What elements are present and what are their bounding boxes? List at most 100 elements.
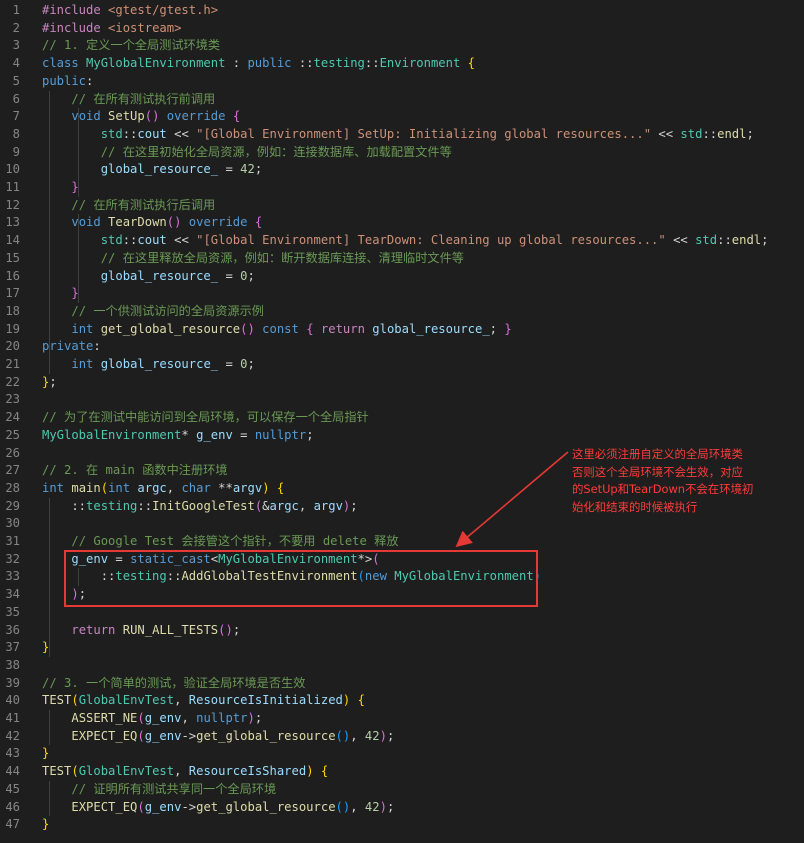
- line-number: 42: [5, 728, 20, 743]
- code-token: get_global_resource: [196, 799, 336, 814]
- code-line[interactable]: 2 #include <iostream>: [0, 20, 804, 38]
- code-token: ::: [717, 233, 732, 248]
- line-number: 44: [5, 764, 20, 779]
- code-line[interactable]: 21 int global_resource_ = 0;: [0, 356, 804, 374]
- code-line[interactable]: 9 // 在这里初始化全局资源，例如：连接数据库、加载配置文件等: [0, 144, 804, 162]
- line-number: 21: [5, 357, 20, 371]
- code-token: get_global_resource: [196, 728, 336, 743]
- code-token: const: [262, 321, 307, 336]
- code-line[interactable]: 46 EXPECT_EQ(g_env->get_global_resource(…: [0, 799, 804, 817]
- code-line[interactable]: 43}: [0, 745, 804, 763]
- code-line[interactable]: 42 EXPECT_EQ(g_env->get_global_resource(…: [0, 728, 804, 746]
- code-line[interactable]: 20 private:: [0, 338, 804, 356]
- code-token: testing: [86, 498, 138, 513]
- code-line[interactable]: 37}: [0, 639, 804, 657]
- code-line[interactable]: 31 // Google Test 会接管这个指针，不要用 delete 释放: [0, 533, 804, 551]
- code-token: ;: [232, 622, 241, 637]
- line-number: 2: [12, 20, 20, 35]
- line-number: 11: [5, 180, 20, 194]
- code-token: ,: [298, 498, 314, 513]
- code-editor[interactable]: 1 #include <gtest/gtest.h> 2 #include <iost…: [0, 0, 804, 843]
- code-text: }: [42, 816, 49, 834]
- indent-guide: [78, 214, 79, 303]
- line-number: 17: [5, 286, 20, 301]
- code-line[interactable]: 45 // 证明所有测试共享同一个全局环境: [0, 781, 804, 799]
- code-token: class: [42, 56, 87, 71]
- code-text: // 1. 定义一个全局测试环境类: [42, 37, 220, 55]
- code-line[interactable]: 41 ASSERT_NE(g_env, nullptr);: [0, 710, 804, 728]
- code-line[interactable]: 36 return RUN_ALL_TESTS();: [0, 622, 804, 640]
- line-number: 15: [5, 250, 20, 265]
- code-token: int: [71, 357, 101, 371]
- line-number: 5: [12, 73, 20, 88]
- code-line[interactable]: 25 MyGlobalEnvironment* g_env = nullptr;: [0, 427, 804, 445]
- code-line[interactable]: 1 #include <gtest/gtest.h>: [0, 2, 804, 20]
- code-line[interactable]: 6 // 在所有测试执行前调用: [0, 91, 804, 109]
- code-line[interactable]: 22};: [0, 374, 804, 392]
- code-line[interactable]: 11 }: [0, 179, 804, 197]
- code-text: public:: [42, 73, 93, 91]
- code-line[interactable]: 4 class MyGlobalEnvironment : public ::te…: [0, 55, 804, 73]
- code-token: int: [42, 480, 72, 495]
- code-token: SetUp: [108, 109, 145, 124]
- code-token: // 在所有测试执行前调用: [71, 91, 216, 106]
- code-text: class MyGlobalEnvironment : public ::tes…: [42, 55, 475, 73]
- code-line[interactable]: 5 public:: [0, 73, 804, 91]
- code-line[interactable]: 40 TEST(GlobalEnvTest, ResourceIsInitiali…: [0, 692, 804, 710]
- code-line[interactable]: 17 }: [0, 285, 804, 303]
- code-token: *: [181, 427, 197, 442]
- code-token: global_resource_: [372, 321, 490, 336]
- code-line[interactable]: 3 // 1. 定义一个全局测试环境类: [0, 37, 804, 55]
- code-line[interactable]: 39 // 3. 一个简单的测试，验证全局环境是否生效: [0, 675, 804, 693]
- line-number: 16: [5, 268, 20, 283]
- code-text: // 2. 在 main 函数中注册环境: [42, 462, 228, 480]
- line-number: 33: [5, 569, 20, 584]
- code-token: =: [218, 162, 241, 177]
- code-line[interactable]: 8 std::cout << "[Global Environment] Set…: [0, 126, 804, 144]
- code-line[interactable]: 15 // 在这里释放全局资源，例如：断开数据库连接、清理临时文件等: [0, 250, 804, 268]
- code-token: EXPECT_EQ: [71, 799, 138, 814]
- code-token: ;: [247, 357, 255, 371]
- code-token: int: [71, 321, 101, 336]
- code-token: {: [254, 215, 263, 230]
- code-text: private:: [42, 338, 101, 356]
- code-line[interactable]: 13 void TearDown() override {: [0, 214, 804, 232]
- code-line[interactable]: 16 global_resource_ = 0;: [0, 268, 804, 286]
- code-line[interactable]: 38: [0, 657, 804, 675]
- code-token: ::: [137, 498, 153, 513]
- code-token: g_env: [144, 728, 182, 743]
- annotation-line: 的SetUp和TearDown不会在环境初: [572, 482, 754, 497]
- code-token: }: [42, 746, 50, 761]
- code-line[interactable]: 18 // 一个供测试访问的全局资源示例: [0, 303, 804, 321]
- code-line[interactable]: 7 void SetUp() override {: [0, 108, 804, 126]
- code-token: // 2. 在 main 函数中注册环境: [42, 463, 228, 478]
- line-number: 36: [5, 622, 20, 637]
- code-line[interactable]: 10 global_resource_ = 42;: [0, 161, 804, 179]
- code-token: ;: [254, 162, 263, 177]
- code-line[interactable]: 30: [0, 515, 804, 533]
- code-line[interactable]: 23: [0, 391, 804, 409]
- code-token: global_resource_: [100, 268, 219, 283]
- code-text: }: [42, 179, 78, 197]
- code-token: main: [71, 480, 101, 495]
- code-token: =: [232, 427, 255, 442]
- line-number: 19: [5, 321, 20, 336]
- code-token: <gtest/gtest.h>: [108, 3, 219, 17]
- code-line[interactable]: 47}: [0, 816, 804, 834]
- code-token: char: [181, 480, 219, 495]
- code-line[interactable]: 44 TEST(GlobalEnvTest, ResourceIsShared) …: [0, 763, 804, 781]
- code-text: MyGlobalEnvironment* g_env = nullptr;: [42, 427, 314, 445]
- code-line[interactable]: 19 int get_global_resource() const { ret…: [0, 321, 804, 339]
- code-token: =: [218, 357, 241, 371]
- code-text: std::cout << "[Global Environment] SetUp…: [42, 126, 754, 144]
- code-line[interactable]: 24 // 为了在测试中能访问到全局环境，可以保存一个全局指针: [0, 409, 804, 427]
- code-token: void: [71, 215, 109, 230]
- code-token: {: [320, 764, 329, 779]
- code-line[interactable]: 12 // 在所有测试执行后调用: [0, 197, 804, 215]
- line-number: 12: [5, 197, 20, 212]
- code-token: public: [247, 56, 299, 71]
- code-line[interactable]: 14 std::cout << "[Global Environment] Te…: [0, 232, 804, 250]
- code-text: #include <iostream>: [42, 20, 181, 38]
